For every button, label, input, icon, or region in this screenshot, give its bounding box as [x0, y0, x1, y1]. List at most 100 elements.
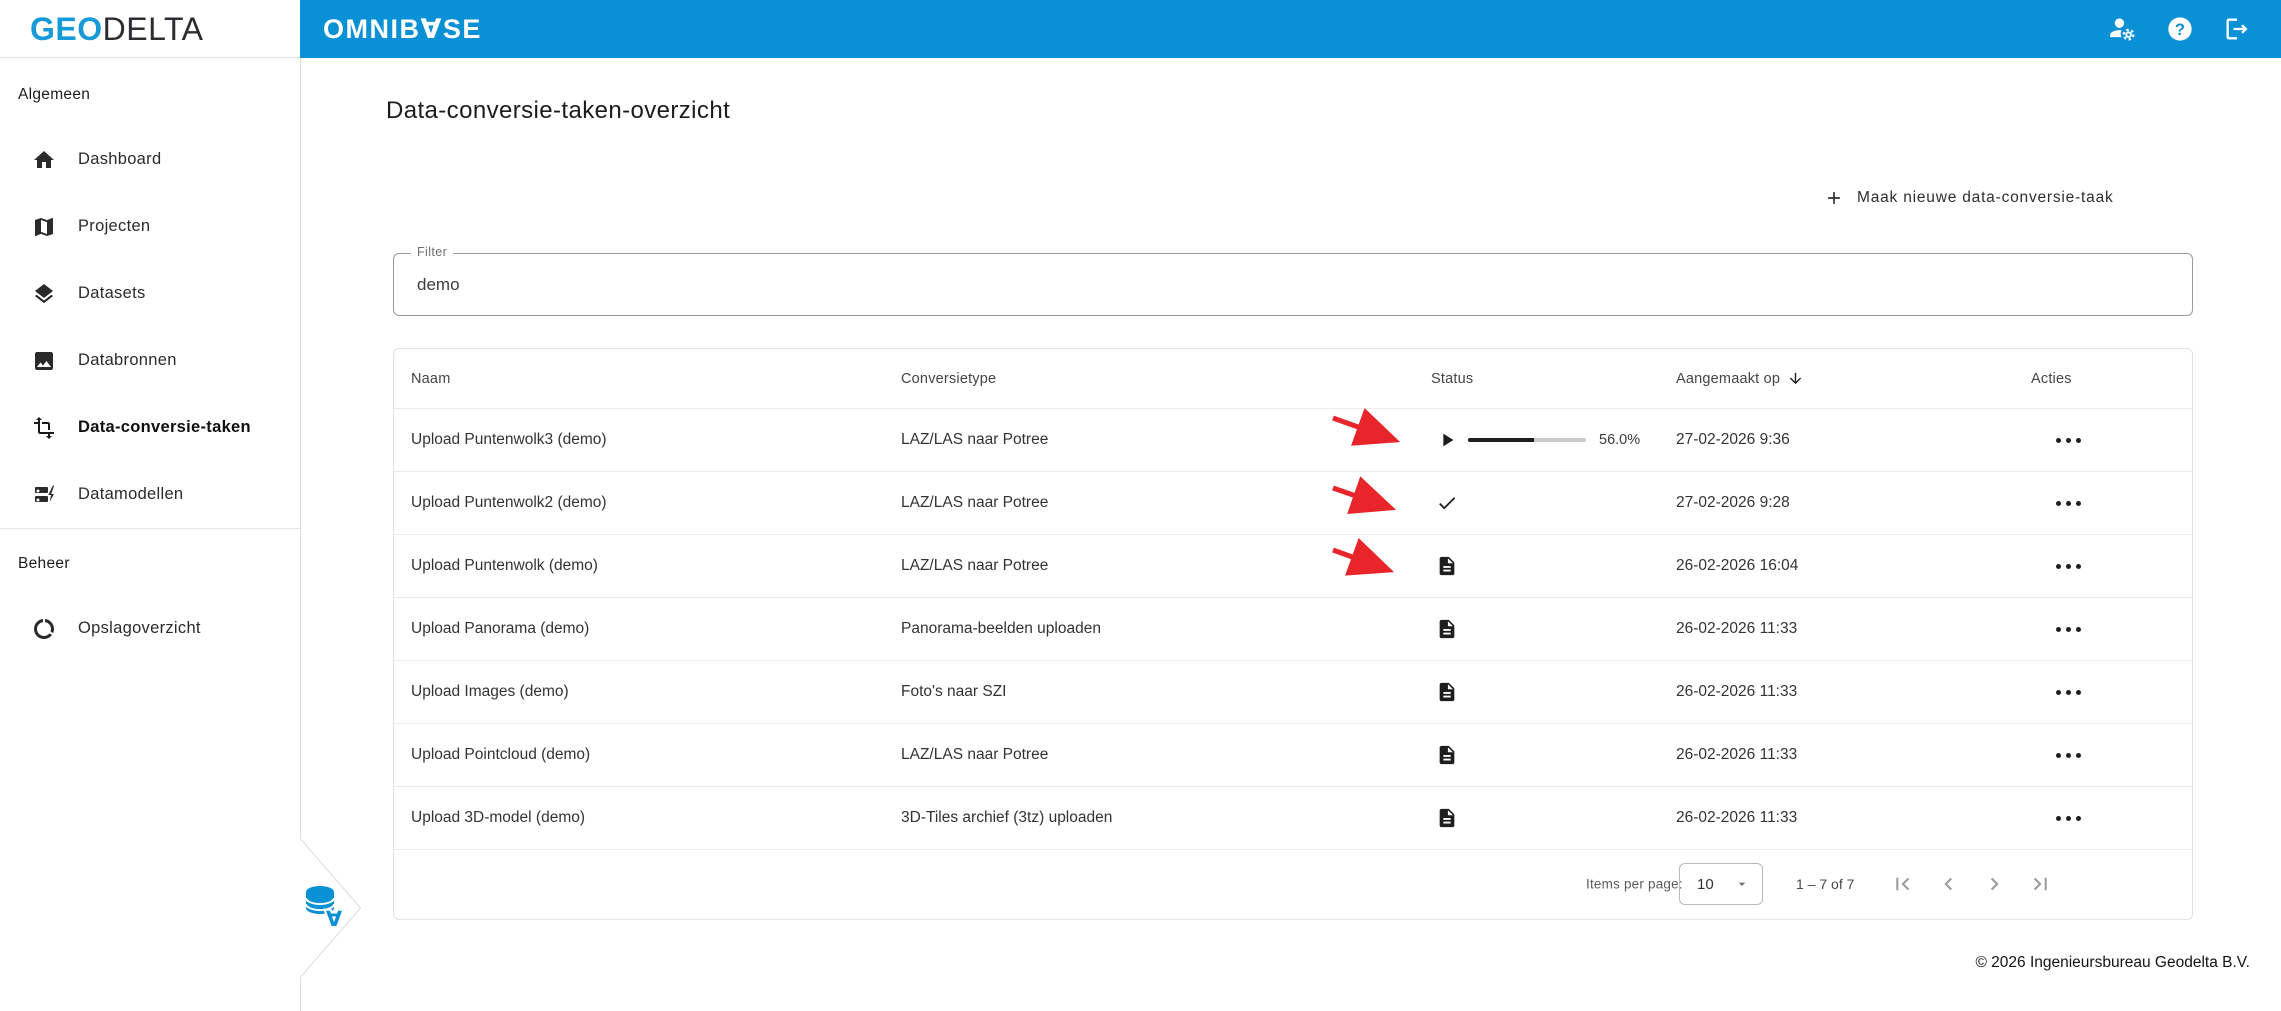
conversion-type: 3D-Tiles archief (3tz) uploaden	[901, 809, 1113, 826]
task-name: Upload Puntenwolk3 (demo)	[411, 431, 607, 448]
database-logo-icon: ∀	[305, 886, 345, 932]
tasks-table: Naam Conversietype Status Aangemaakt op …	[393, 348, 2193, 920]
topbar-icons: ?	[2109, 15, 2251, 43]
sidebar-section-beheer: Beheer	[18, 555, 70, 572]
layers-icon	[35, 283, 53, 303]
conversion-type: LAZ/LAS naar Potree	[901, 746, 1049, 763]
table-header-row: Naam Conversietype Status Aangemaakt op …	[394, 349, 2192, 409]
home-icon	[34, 150, 54, 168]
status-cell: 56.0%	[1431, 429, 1676, 451]
table-row[interactable]: Upload Images (demo) Foto's naar SZI 26-…	[394, 661, 2192, 724]
play-icon	[1443, 433, 1454, 447]
sidebar-item-datasets[interactable]: Datasets	[0, 260, 300, 327]
items-per-page-value: 10	[1697, 875, 1714, 893]
sidebar-item-label: Data-conversie-taken	[78, 418, 251, 436]
row-actions-button[interactable]	[2056, 680, 2090, 704]
storage-usage-icon	[34, 618, 54, 639]
status-cell	[1431, 744, 1676, 766]
map-icon	[35, 217, 53, 236]
table-paginator: Items per page: 10 1 – 7 of 7	[394, 850, 2192, 918]
task-name: Upload 3D-model (demo)	[411, 809, 586, 826]
sidebar-item-projecten[interactable]: Projecten	[0, 193, 300, 260]
sidebar-item-databronnen[interactable]: Databronnen	[0, 327, 300, 394]
last-page-icon[interactable]	[2028, 872, 2053, 897]
sidebar-item-dashboard[interactable]: Dashboard	[0, 126, 300, 193]
sidebar: Algemeen Dashboard Projecten Datasets Da…	[0, 58, 300, 1011]
document-icon	[1439, 808, 1455, 828]
column-header-label: Aangemaakt op	[1676, 370, 1781, 387]
created-at: 27-02-2026 9:28	[1676, 494, 1790, 511]
table-row[interactable]: Upload Puntenwolk3 (demo) LAZ/LAS naar P…	[394, 409, 2192, 472]
next-page-icon[interactable]	[1982, 872, 2007, 897]
logo-delta: DELTA	[102, 10, 204, 47]
conversion-type: Foto's naar SZI	[901, 683, 1007, 700]
created-at: 26-02-2026 11:33	[1676, 746, 1798, 763]
row-actions-button[interactable]	[2056, 491, 2090, 515]
items-per-page-select[interactable]: 10	[1679, 863, 1763, 905]
geodelta-logo-text: GEODELTA	[30, 13, 204, 45]
document-icon	[1439, 556, 1455, 576]
table-row[interactable]: Upload Puntenwolk2 (demo) LAZ/LAS naar P…	[394, 472, 2192, 535]
image-icon	[35, 351, 53, 370]
svg-text:?: ?	[2175, 21, 2185, 39]
status-cell	[1431, 492, 1676, 514]
status-cell	[1431, 681, 1676, 703]
sidebar-item-label: Opslagoverzicht	[78, 619, 201, 637]
progress-bar	[1468, 438, 1586, 442]
app-name: OMNIB∀SE	[323, 13, 482, 44]
row-actions-button[interactable]	[2056, 428, 2090, 452]
task-name: Upload Puntenwolk (demo)	[411, 557, 598, 574]
geodelta-logo: GEODELTA	[0, 0, 300, 58]
manage-accounts-icon[interactable]	[2109, 15, 2137, 43]
column-header-aangemaakt-op[interactable]: Aangemaakt op	[1676, 370, 2031, 387]
column-header-conversietype: Conversietype	[901, 370, 997, 387]
status-cell	[1431, 555, 1676, 577]
check-icon	[1439, 497, 1456, 510]
pager-buttons	[1890, 872, 2053, 897]
sidebar-item-label: Databronnen	[78, 351, 177, 369]
row-actions-button[interactable]	[2056, 743, 2090, 767]
svg-text:∀: ∀	[326, 907, 343, 931]
progress-percent: 56.0%	[1599, 432, 1641, 448]
created-at: 27-02-2026 9:36	[1676, 431, 1790, 448]
task-name: Upload Pointcloud (demo)	[411, 746, 591, 763]
created-at: 26-02-2026 11:33	[1676, 809, 1798, 826]
table-row[interactable]: Upload Puntenwolk (demo) LAZ/LAS naar Po…	[394, 535, 2192, 598]
sort-descending-icon	[1790, 372, 1802, 385]
new-task-button[interactable]: Maak nieuwe data-conversie-taak	[1824, 188, 2114, 208]
column-header-naam: Naam	[411, 370, 451, 387]
row-actions-button[interactable]	[2056, 617, 2090, 641]
data-model-icon	[35, 484, 56, 505]
document-icon	[1439, 619, 1455, 639]
column-header-acties: Acties	[2031, 370, 2072, 387]
sidebar-item-data-conversie-taken[interactable]: Data-conversie-taken	[0, 394, 300, 461]
conversion-type: LAZ/LAS naar Potree	[901, 431, 1049, 448]
filter-input[interactable]: Filter demo	[393, 245, 2193, 316]
sidebar-item-datamodellen[interactable]: Datamodellen	[0, 461, 300, 528]
table-row[interactable]: Upload Pointcloud (demo) LAZ/LAS naar Po…	[394, 724, 2192, 787]
status-cell	[1431, 618, 1676, 640]
logout-icon[interactable]	[2223, 15, 2251, 43]
column-header-status: Status	[1431, 370, 1474, 387]
sidebar-item-label: Dashboard	[78, 150, 162, 168]
sidebar-item-label: Datamodellen	[78, 485, 184, 503]
row-actions-button[interactable]	[2056, 554, 2090, 578]
table-row[interactable]: Upload 3D-model (demo) 3D-Tiles archief …	[394, 787, 2192, 850]
task-name: Upload Panorama (demo)	[411, 620, 590, 637]
new-task-button-label: Maak nieuwe data-conversie-taak	[1857, 189, 2114, 206]
page-range-label: 1 – 7 of 7	[1796, 876, 1855, 892]
conversion-type: LAZ/LAS naar Potree	[901, 494, 1049, 511]
copyright-footer: © 2026 Ingenieursbureau Geodelta B.V.	[1975, 954, 2250, 971]
sidebar-item-opslagoverzicht[interactable]: Opslagoverzicht	[0, 595, 300, 662]
task-name: Upload Images (demo)	[411, 683, 569, 700]
transform-icon	[34, 416, 54, 439]
previous-page-icon[interactable]	[1936, 872, 1961, 897]
items-per-page-label: Items per page:	[1586, 876, 1683, 892]
first-page-icon[interactable]	[1890, 872, 1915, 897]
created-at: 26-02-2026 11:33	[1676, 620, 1798, 637]
table-row[interactable]: Upload Panorama (demo) Panorama-beelden …	[394, 598, 2192, 661]
row-actions-button[interactable]	[2056, 806, 2090, 830]
help-icon[interactable]: ?	[2166, 15, 2194, 43]
conversion-type: LAZ/LAS naar Potree	[901, 557, 1049, 574]
dropdown-caret-icon	[1738, 882, 1746, 886]
